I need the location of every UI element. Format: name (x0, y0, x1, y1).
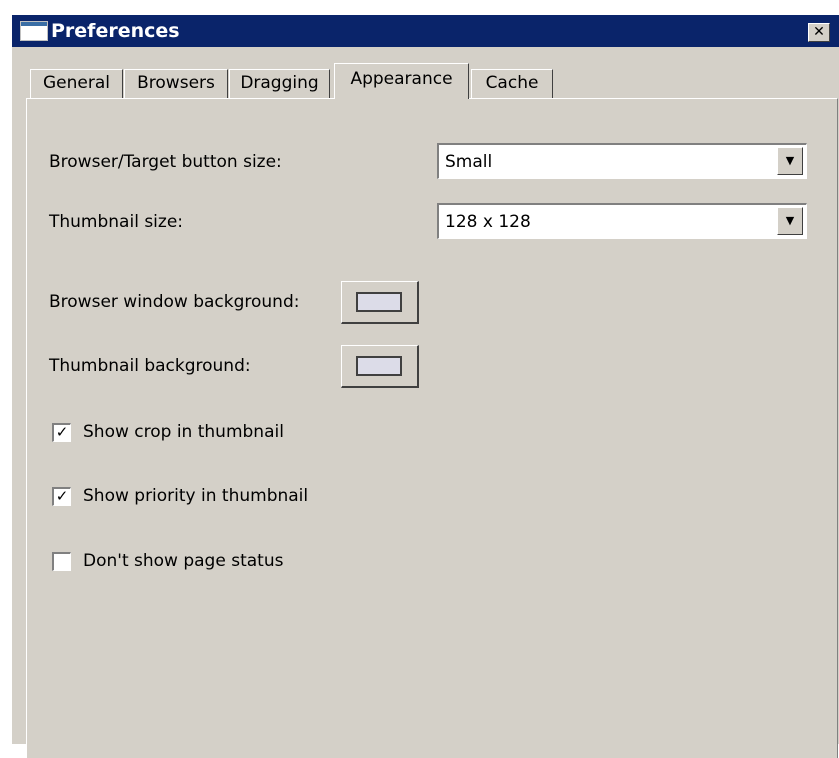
browser-bg-label: Browser window background: (49, 292, 300, 312)
show-crop-label[interactable]: Show crop in thumbnail (83, 422, 284, 442)
hide-page-status-label[interactable]: Don't show page status (83, 551, 283, 571)
thumbnail-bg-label: Thumbnail background: (49, 356, 251, 376)
thumbnail-bg-swatch (356, 356, 402, 376)
hide-page-status-checkbox[interactable] (52, 552, 71, 571)
browser-bg-swatch (356, 292, 402, 312)
window-title: Preferences (51, 20, 180, 42)
tab-cache[interactable]: Cache (471, 69, 553, 98)
preferences-window: Preferences ✕ General Browsers Dragging … (12, 15, 839, 758)
chevron-down-icon[interactable]: ▼ (777, 147, 803, 175)
tab-dragging[interactable]: Dragging (229, 69, 330, 98)
title-bar[interactable]: Preferences ✕ (12, 15, 839, 47)
button-size-label: Browser/Target button size: (49, 152, 282, 172)
tab-appearance[interactable]: Appearance (334, 63, 469, 99)
thumbnail-size-label: Thumbnail size: (49, 212, 184, 232)
browser-bg-color-button[interactable] (341, 281, 419, 324)
thumbnail-size-value: 128 x 128 (445, 212, 531, 232)
tab-browsers[interactable]: Browsers (124, 69, 228, 98)
chevron-down-icon[interactable]: ▼ (777, 207, 803, 235)
thumbnail-bg-color-button[interactable] (341, 345, 419, 388)
tab-strip: General Browsers Dragging Appearance Cac… (12, 53, 839, 99)
thumbnail-size-select[interactable]: 128 x 128 ▼ (437, 203, 807, 239)
button-size-select[interactable]: Small ▼ (437, 143, 807, 179)
button-size-value: Small (445, 152, 493, 172)
show-priority-checkbox[interactable]: ✓ (52, 487, 71, 506)
tab-general[interactable]: General (30, 69, 123, 98)
show-crop-checkbox[interactable]: ✓ (52, 423, 71, 442)
show-priority-label[interactable]: Show priority in thumbnail (83, 486, 308, 506)
appearance-panel: Browser/Target button size: Small ▼ Thum… (26, 98, 838, 758)
close-button[interactable]: ✕ (808, 23, 830, 42)
window-icon (20, 21, 48, 41)
